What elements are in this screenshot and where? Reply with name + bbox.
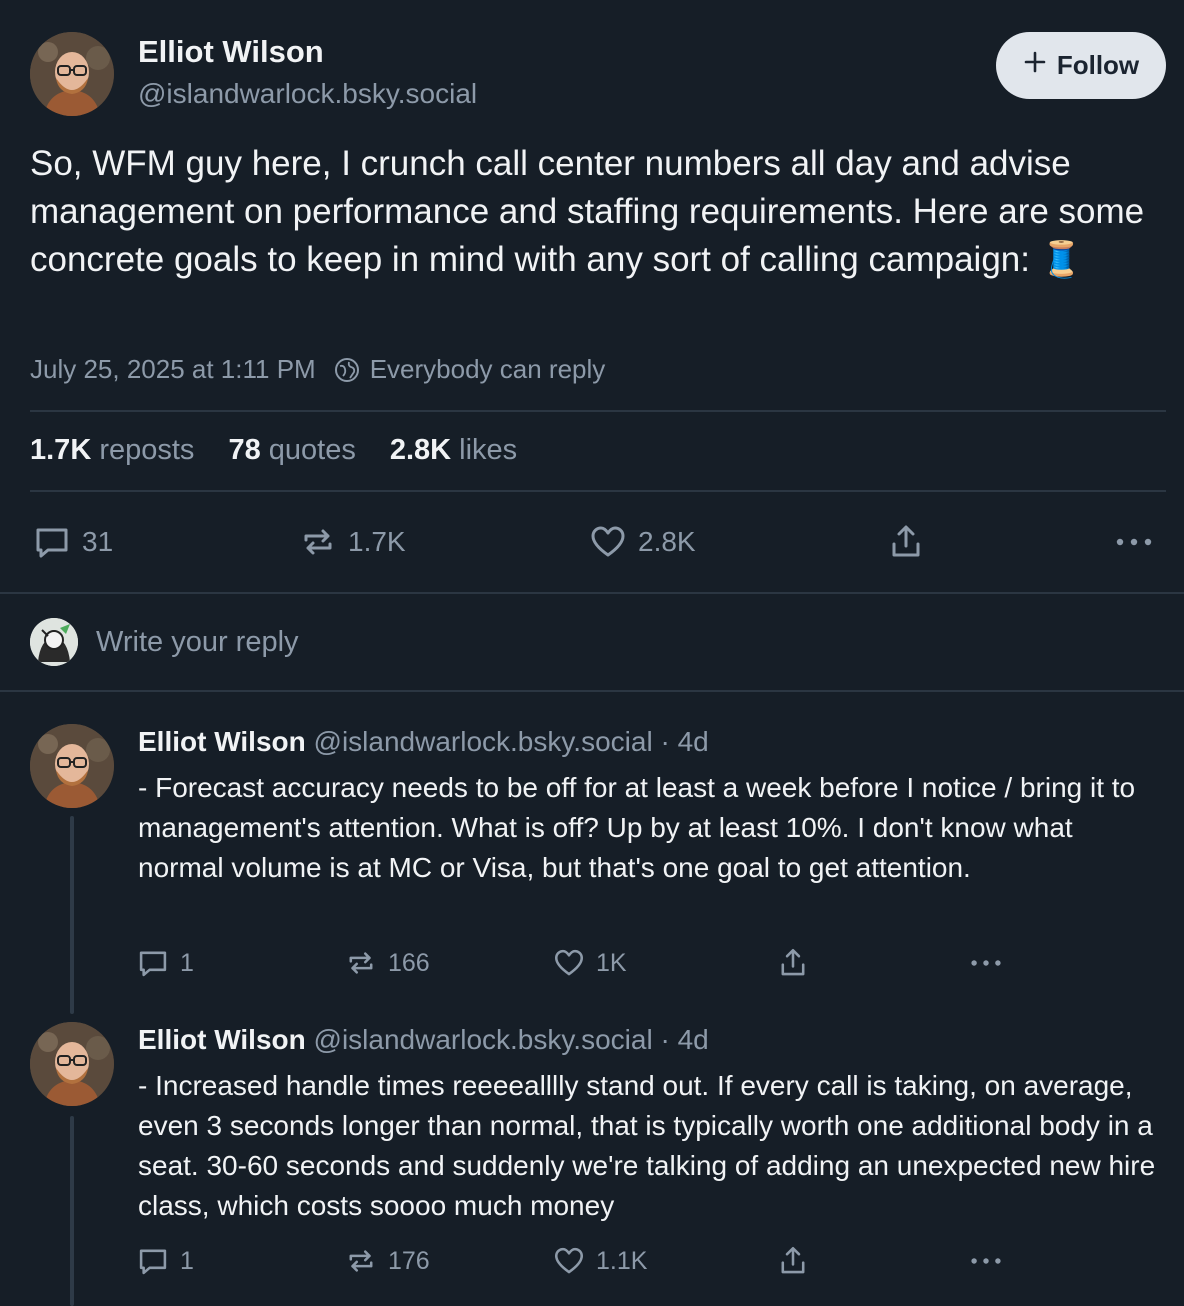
heart-icon [552,1244,586,1278]
repost-icon [298,522,338,562]
follow-label: Follow [1056,50,1140,80]
post-stats: 1.7K reposts 78 quotes 2.8K likes [30,434,517,467]
post-text: So, WFM guy here, I crunch call center n… [30,144,1145,279]
divider [0,592,1184,594]
comment-icon [136,946,170,980]
heart-icon [588,522,628,562]
reply-repost-button[interactable]: 176 [344,1244,430,1278]
globe-icon [334,357,360,383]
share-icon [886,522,926,562]
reply-setting: Everybody can reply [369,354,606,384]
reply-like-button[interactable]: 1K [552,946,627,980]
divider [0,690,1184,692]
reply-like-button[interactable]: 1.1K [552,1244,647,1278]
reply-header: Elliot Wilson @islandwarlock.bsky.social… [138,1024,709,1055]
share-button[interactable] [886,522,926,562]
reposts-stat[interactable]: 1.7K reposts [30,434,194,467]
reply-text: - Increased handle times reeeealllly sta… [138,1070,1156,1221]
author-avatar[interactable] [30,32,114,116]
reply-button[interactable]: 31 [32,522,113,562]
repost-button[interactable]: 1.7K [298,522,406,562]
share-icon [776,1244,810,1278]
thread-line [70,816,74,1014]
reply-author-handle[interactable]: @islandwarlock.bsky.social [314,726,653,757]
reply-age[interactable]: 4d [678,726,709,757]
reply-text: - Forecast accuracy needs to be off for … [138,772,1136,883]
reply-reply-button[interactable]: 1 [136,946,194,980]
reply-composer[interactable]: Write your reply [30,618,299,666]
more-icon [1112,522,1156,562]
like-count: 2.8K [638,526,696,557]
reply-repost-button[interactable]: 166 [344,946,430,980]
follow-button[interactable]: Follow [996,32,1166,99]
reply-input-placeholder[interactable]: Write your reply [96,626,299,659]
likes-stat[interactable]: 2.8K likes [390,434,517,467]
more-icon [966,946,1006,980]
like-button[interactable]: 2.8K [588,522,696,562]
current-user-avatar [30,618,78,666]
share-icon [776,946,810,980]
comment-icon [32,522,72,562]
reply-share-button[interactable] [776,946,810,980]
post-timestamp[interactable]: July 25, 2025 at 1:11 PM [30,354,316,385]
quotes-stat[interactable]: 78 quotes [228,434,355,467]
reply-more-button[interactable] [966,1244,1006,1278]
comment-icon [136,1244,170,1278]
repost-count: 1.7K [348,526,406,557]
reply-author-handle[interactable]: @islandwarlock.bsky.social [314,1024,653,1055]
more-button[interactable] [1112,522,1156,562]
heart-icon [552,946,586,980]
reply-age[interactable]: 4d [678,1024,709,1055]
divider [30,410,1166,412]
reply-more-button[interactable] [966,946,1006,980]
more-icon [966,1244,1006,1278]
author-name[interactable]: Elliot Wilson [138,34,324,70]
divider [30,490,1166,492]
reply-author-name[interactable]: Elliot Wilson [138,726,306,757]
reply-count: 31 [82,526,114,557]
repost-icon [344,1244,378,1278]
reply-author-avatar[interactable] [30,724,114,808]
reply-author-name[interactable]: Elliot Wilson [138,1024,306,1055]
reply-header: Elliot Wilson @islandwarlock.bsky.social… [138,726,709,757]
reply-reply-button[interactable]: 1 [136,1244,194,1278]
author-handle[interactable]: @islandwarlock.bsky.social [138,78,477,110]
plus-icon [1023,50,1047,81]
post-meta: July 25, 2025 at 1:11 PM Everybody can r… [30,354,605,385]
repost-icon [344,946,378,980]
reply-share-button[interactable] [776,1244,810,1278]
thread-line [70,1116,74,1306]
reply-author-avatar[interactable] [30,1022,114,1106]
